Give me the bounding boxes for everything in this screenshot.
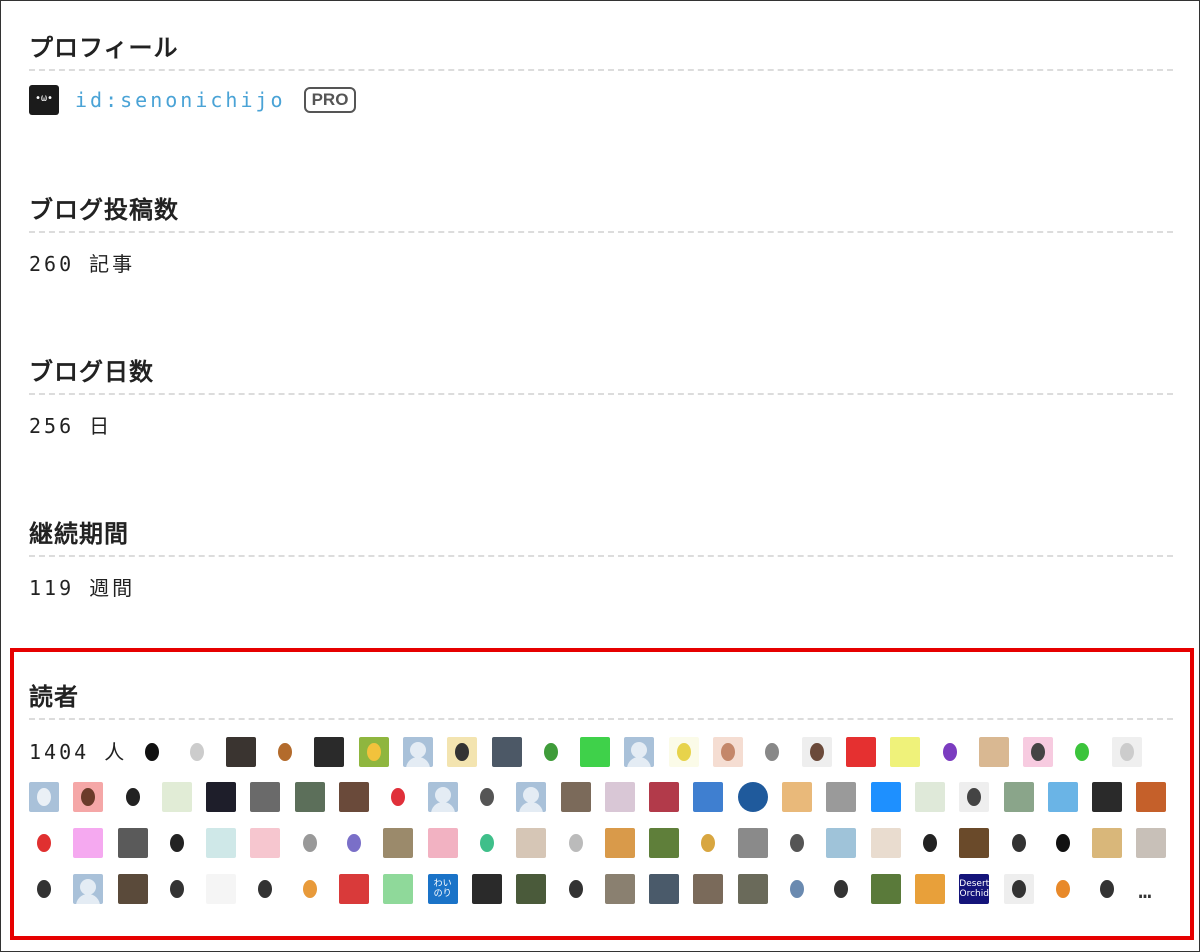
profile-heading: プロフィール xyxy=(29,33,1173,71)
post-count-heading: ブログ投稿数 xyxy=(29,195,1173,233)
black-cat-face-icon[interactable]: •ω• xyxy=(29,85,59,115)
profile-section: プロフィール •ω• id:senonichijo PRO xyxy=(29,33,1173,115)
duration-section: 継続期間 119 週間 xyxy=(29,519,1173,601)
readers-highlight-box xyxy=(10,648,1194,940)
pro-badge[interactable]: PRO xyxy=(303,87,357,113)
post-count-value: 260 記事 xyxy=(29,252,136,276)
blog-days-value: 256 日 xyxy=(29,414,113,438)
blog-days-section: ブログ日数 256 日 xyxy=(29,357,1173,439)
duration-heading: 継続期間 xyxy=(29,519,1173,557)
profile-user-row: •ω• id:senonichijo PRO xyxy=(29,85,1173,115)
blog-days-heading: ブログ日数 xyxy=(29,357,1173,395)
duration-value: 119 週間 xyxy=(29,576,136,600)
user-id-link[interactable]: id:senonichijo xyxy=(75,88,286,112)
profile-panel: プロフィール •ω• id:senonichijo PRO ブログ投稿数 260… xyxy=(0,0,1200,952)
post-count-section: ブログ投稿数 260 記事 xyxy=(29,195,1173,277)
